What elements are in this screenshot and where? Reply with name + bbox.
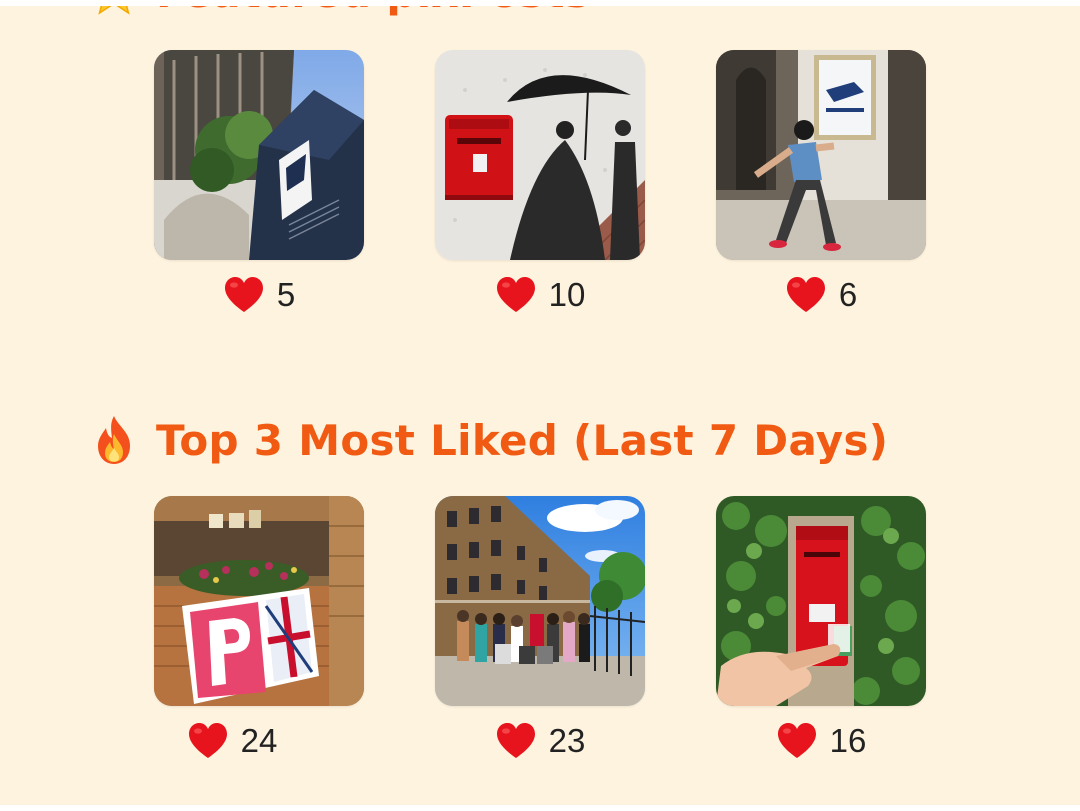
featured-post-3-thumbnail[interactable] [716,50,926,260]
top-edge [0,0,1080,6]
heart-icon [777,723,816,758]
like-count: 6 [838,276,858,313]
top-post-2-likes[interactable]: 23 [435,722,645,760]
pix-feed-page: Featured pixPosts [0,0,1080,805]
heart-icon [496,277,535,312]
like-count: 5 [276,276,296,313]
featured-post-2-likes[interactable]: 10 [435,276,645,314]
top-liked-section-title: Top 3 Most Liked (Last 7 Days) [156,415,889,465]
flowers-flag-stamp-photo [154,496,364,706]
top-liked-section-heading: Top 3 Most Liked (Last 7 Days) [88,414,888,466]
featured-post-1-thumbnail[interactable] [154,50,364,260]
featured-post-1-likes[interactable]: 5 [154,276,364,314]
featured-post-2-thumbnail[interactable] [435,50,645,260]
top-post-3-thumbnail[interactable] [716,496,926,706]
man-posing-post-office-photo [716,50,926,260]
heart-icon [786,277,825,312]
usps-mailbox-city-photo [154,50,364,260]
top-post-1-likes[interactable]: 24 [127,722,337,760]
red-postbox-mural-photo [435,50,645,260]
featured-post-3-likes[interactable]: 6 [716,276,926,314]
top-post-1-thumbnail[interactable] [154,496,364,706]
top-post-3-likes[interactable]: 16 [716,722,926,760]
red-wall-postbox-ivy-photo [716,496,926,706]
like-count: 24 [240,722,278,759]
heart-icon [224,277,263,312]
fire-icon [98,416,130,464]
like-count: 23 [548,722,586,759]
like-count: 10 [548,276,586,313]
group-street-postbox-photo [435,496,645,706]
heart-icon [496,723,535,758]
like-count: 16 [829,722,867,759]
top-post-2-thumbnail[interactable] [435,496,645,706]
heart-icon [188,723,227,758]
